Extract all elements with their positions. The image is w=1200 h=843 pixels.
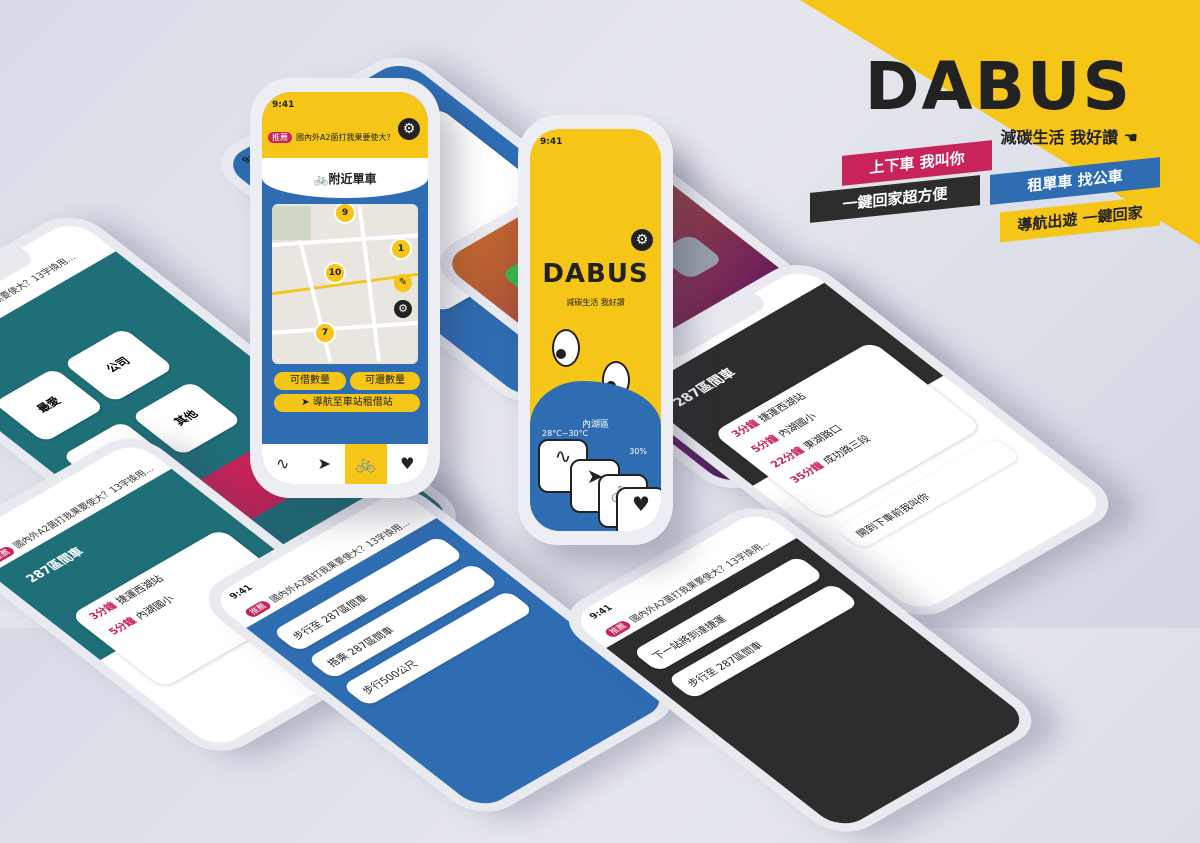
navigate-arrow-icon: ➤ bbox=[301, 397, 313, 408]
bike-icon: 🚲 bbox=[313, 172, 329, 186]
heart-icon[interactable]: ♥ bbox=[387, 444, 429, 484]
status-time: 9:41 bbox=[272, 100, 295, 110]
settings-map-icon[interactable]: ⚙ bbox=[394, 300, 412, 318]
navigate-icon[interactable]: ➤ bbox=[304, 444, 346, 484]
brand-slogan: 減碳生活 我好讚 ☚ bbox=[1000, 128, 1139, 147]
status-time: 9:41 bbox=[227, 583, 256, 602]
page-title: 🚲附近單車 bbox=[313, 172, 377, 186]
locate-icon[interactable]: ✎ bbox=[394, 274, 412, 292]
weather-temp: 28°C~30°C bbox=[542, 429, 589, 438]
weather-rain: 30% bbox=[629, 447, 647, 456]
heart-icon: ♥ bbox=[632, 492, 650, 516]
gear-icon[interactable]: ⚙ bbox=[398, 118, 420, 140]
bottom-nav: ∿ ➤ 🚲 ♥ bbox=[262, 444, 428, 484]
return-count-button[interactable]: 可還數量 bbox=[350, 372, 420, 390]
gear-icon[interactable]: ⚙ bbox=[631, 229, 653, 251]
news-ticker: 推薦國內外A2菌打我果要使大？13字換用... bbox=[268, 132, 394, 143]
app-logo: DABUS bbox=[542, 259, 649, 289]
phone-home: 9:41 ⚙ DABUS 減碳生活 我好讚 內湖區 28°C~30°C 30% … bbox=[518, 115, 673, 545]
brand-logo: DABUS bbox=[864, 48, 1132, 125]
station-bubble[interactable]: 10 bbox=[324, 262, 346, 284]
bike-nav-icon[interactable]: 🚲 bbox=[345, 444, 387, 484]
map-view[interactable]: 9 10 1 7 ✎ ⚙ bbox=[272, 204, 418, 364]
station-bubble[interactable]: 1 bbox=[390, 238, 412, 260]
menu-favorite-button[interactable]: ♥ bbox=[616, 487, 661, 531]
rent-count-button[interactable]: 可借數量 bbox=[274, 372, 346, 390]
navigate-button[interactable]: ➤ 導航至車站租借站 bbox=[274, 394, 420, 412]
status-time: 9:41 bbox=[540, 137, 563, 147]
status-time: 9:41 bbox=[587, 603, 616, 622]
route-icon[interactable]: ∿ bbox=[262, 444, 304, 484]
pointing-hand-icon: ☚ bbox=[1123, 128, 1138, 147]
eye-left-icon bbox=[552, 329, 580, 367]
station-bubble[interactable]: 7 bbox=[314, 322, 336, 344]
phone-bike-map: 9:41 ⚙ 推薦國內外A2菌打我果要使大？13字換用... 🚲附近單車 9 1… bbox=[250, 78, 440, 498]
app-slogan: 減碳生活 我好讚 bbox=[566, 298, 625, 307]
